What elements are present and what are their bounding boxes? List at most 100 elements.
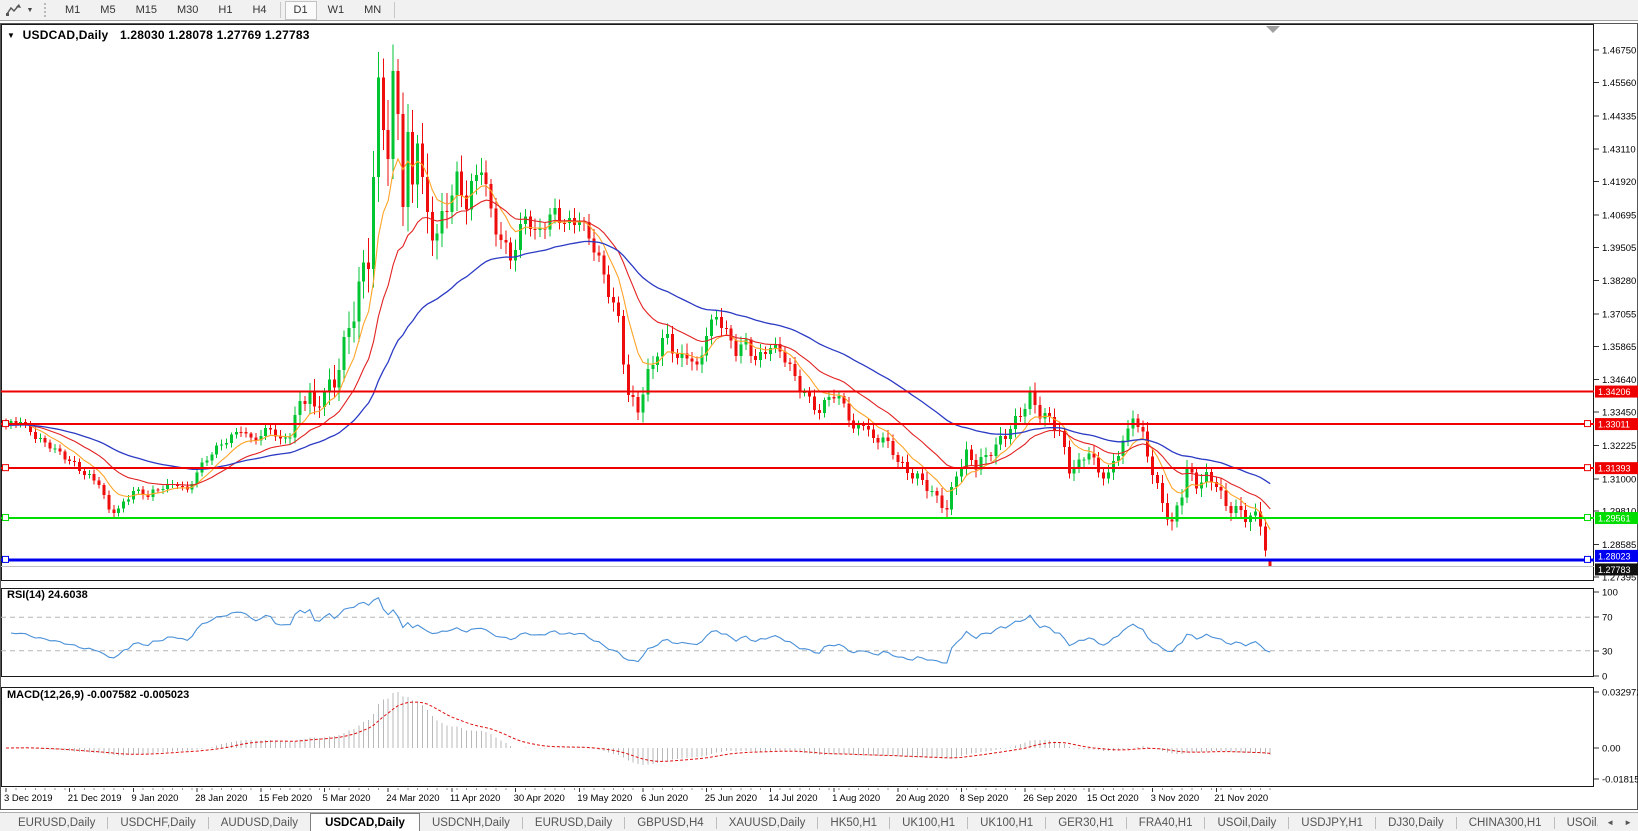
candle-body <box>632 395 635 397</box>
symbol-tab-usdchf-daily[interactable]: USDCHF,Daily <box>108 813 207 831</box>
candle-body <box>250 434 253 438</box>
candle-body <box>303 401 306 404</box>
macd-indicator-label: MACD(12,26,9) -0.007582 -0.005023 <box>7 689 189 701</box>
timeframe-button-m5[interactable]: M5 <box>91 1 124 20</box>
line-handle-right[interactable] <box>1585 515 1591 521</box>
symbol-tab-dj30-daily[interactable]: DJ30,Daily <box>1376 813 1456 831</box>
candle-body <box>749 340 752 356</box>
candle-body <box>725 328 728 329</box>
candle-body <box>607 275 610 297</box>
symbol-tab-china300-h1[interactable]: CHINA300,H1 <box>1457 813 1554 831</box>
candle-body <box>965 449 968 467</box>
macd-axis[interactable]: 0.0329720.00-0.018154 <box>1594 688 1638 786</box>
candle-body <box>553 208 556 214</box>
candle-body <box>387 130 390 159</box>
price-tick-label: 1.28585 <box>1602 540 1636 551</box>
symbol-tab-uk100-h1[interactable]: UK100,H1 <box>890 813 967 831</box>
candle-body <box>1176 506 1179 522</box>
timeframe-button-m1[interactable]: M1 <box>56 1 89 20</box>
line-handle-left[interactable] <box>3 465 9 471</box>
date-label: 15 Feb 2020 <box>259 793 312 804</box>
tabs-scroll-left-icon[interactable]: ◄ <box>1606 818 1614 827</box>
candle-body <box>1034 391 1037 405</box>
rsi-indicator-label: RSI(14) 24.6038 <box>7 589 88 601</box>
timeframe-button-m30[interactable]: M30 <box>168 1 207 20</box>
collapse-triangle-icon[interactable]: ▼ <box>7 31 15 40</box>
candle-body <box>78 462 81 471</box>
crosshair-draw-tool-icon[interactable] <box>4 2 24 18</box>
candle-body <box>127 500 130 502</box>
candle-body <box>1171 519 1174 521</box>
timeframe-button-h4[interactable]: H4 <box>243 1 275 20</box>
timeframe-button-m15[interactable]: M15 <box>127 1 166 20</box>
tabs-scroll-right-icon[interactable]: ► <box>1624 818 1632 827</box>
candle-body <box>44 438 47 443</box>
price-tick-label: 1.44335 <box>1602 111 1636 122</box>
line-handle-right[interactable] <box>1585 465 1591 471</box>
candle-body <box>1024 409 1027 416</box>
symbol-tab-usoil-daily[interactable]: USOil,Daily <box>1205 813 1288 831</box>
symbol-tab-fra40-h1[interactable]: FRA40,H1 <box>1127 813 1205 831</box>
symbol-tab-usdcnh-daily[interactable]: USDCNH,Daily <box>420 813 522 831</box>
candle-body <box>877 438 880 443</box>
candle-body <box>945 508 948 509</box>
toolbar-separator <box>280 2 281 18</box>
line-handle-right[interactable] <box>1585 556 1591 562</box>
candle-body <box>156 490 159 491</box>
candle-body <box>294 415 297 438</box>
candle-body <box>1038 405 1041 418</box>
line-handle-left[interactable] <box>3 421 9 427</box>
timeframe-button-h1[interactable]: H1 <box>209 1 241 20</box>
line-handle-left[interactable] <box>3 556 9 562</box>
symbol-tab-audusd-daily[interactable]: AUDUSD,Daily <box>209 813 310 831</box>
candle-body <box>495 208 498 234</box>
candle-body <box>764 352 767 354</box>
candle-body <box>867 426 870 430</box>
symbol-tab-eurusd-daily[interactable]: EURUSD,Daily <box>523 813 624 831</box>
candle-body <box>1190 469 1193 473</box>
symbol-tab-uk100-h1[interactable]: UK100,H1 <box>968 813 1045 831</box>
line-handle-right[interactable] <box>1585 421 1591 427</box>
candle-body <box>1151 457 1154 476</box>
symbol-tab-usdjpy-h1[interactable]: USDJPY,H1 <box>1289 813 1375 831</box>
rsi-axis[interactable]: 10070300 <box>1594 588 1618 683</box>
timeframe-button-w1[interactable]: W1 <box>319 1 354 20</box>
date-label: 21 Dec 2019 <box>68 793 122 804</box>
candle-body <box>514 250 517 260</box>
timeframe-buttons: M1M5M15M30H1H4 D1W1MN <box>55 0 398 20</box>
candle-body <box>235 432 238 435</box>
candle-body <box>397 71 400 114</box>
price-tick-label: 1.43110 <box>1602 145 1636 156</box>
tool-dropdown-caret-icon[interactable]: ▼ <box>24 2 36 18</box>
symbol-tab-hk50-h1[interactable]: HK50,H1 <box>818 813 889 831</box>
time-axis[interactable]: 3 Dec 201921 Dec 20199 Jan 202028 Jan 20… <box>4 788 1270 804</box>
candle-body <box>593 239 596 253</box>
candle-body <box>1122 441 1125 457</box>
candle-body <box>661 338 664 356</box>
candle-body <box>117 509 120 513</box>
date-label: 5 Mar 2020 <box>323 793 371 804</box>
candle-body <box>245 432 248 434</box>
candle-body <box>862 425 865 426</box>
symbol-tab-xauusd-daily[interactable]: XAUUSD,Daily <box>717 813 818 831</box>
candle-body <box>999 436 1002 444</box>
line-handle-left[interactable] <box>3 515 9 521</box>
timeframe-button-mn[interactable]: MN <box>355 1 390 20</box>
price-axis[interactable]: 1.467501.455601.443351.431101.419201.406… <box>1594 46 1638 584</box>
symbol-period-label: USDCAD,Daily <box>23 28 109 42</box>
chart-canvas[interactable]: 1.467501.455601.443351.431101.419201.406… <box>0 20 1638 812</box>
symbol-tab-gbpusd-h4[interactable]: GBPUSD,H4 <box>625 813 715 831</box>
candle-body <box>759 352 762 360</box>
candle-body <box>838 396 841 399</box>
candle-body <box>1220 487 1223 491</box>
symbol-tab-ger30-h1[interactable]: GER30,H1 <box>1046 813 1126 831</box>
candle-body <box>225 443 228 445</box>
candle-body <box>103 485 106 495</box>
candle-body <box>1004 436 1007 439</box>
level-price-tag: 1.33011 <box>1598 420 1630 430</box>
symbol-tab-usdcad-daily[interactable]: USDCAD,Daily <box>310 813 420 831</box>
candle-body <box>240 432 243 433</box>
candle-body <box>446 211 449 212</box>
symbol-tab-eurusd-daily[interactable]: EURUSD,Daily <box>6 813 107 831</box>
timeframe-button-d1[interactable]: D1 <box>285 1 317 20</box>
